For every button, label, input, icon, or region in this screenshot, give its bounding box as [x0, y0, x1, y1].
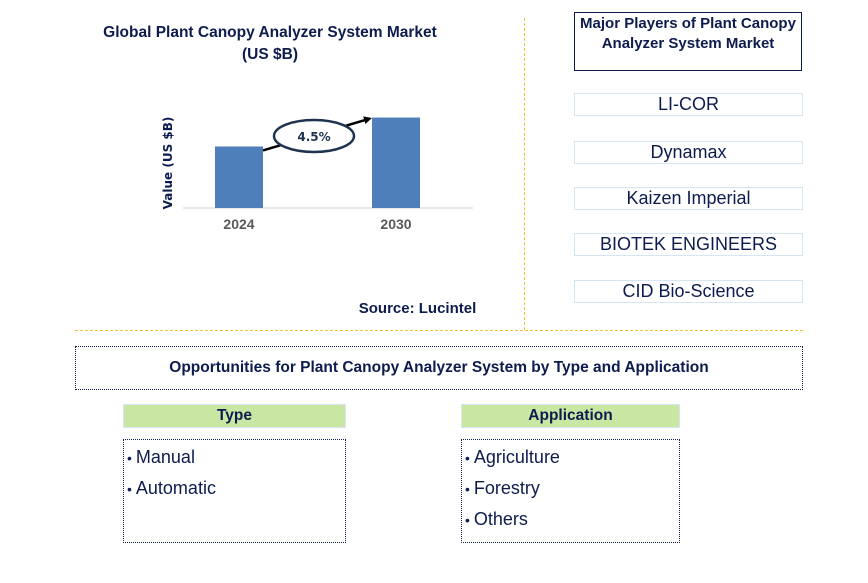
major-players-title: Major Players of Plant Canopy Analyzer S…	[574, 12, 802, 71]
y-axis-label: Value (US $B)	[161, 117, 175, 210]
bar-2030	[372, 117, 420, 208]
segment-list-type: • Manual • Automatic	[123, 439, 346, 543]
player-item: BIOTEK ENGINEERS	[574, 233, 803, 256]
bullet-icon: •	[465, 481, 470, 497]
x-tick-label: 2030	[380, 216, 411, 232]
opportunities-title: Opportunities for Plant Canopy Analyzer …	[75, 346, 803, 390]
segment-item: • Automatic	[124, 473, 345, 504]
segment-item: • Forestry	[462, 473, 679, 504]
vertical-divider	[524, 18, 525, 330]
segment-item-label: Forestry	[473, 478, 540, 498]
segment-header-application: Application	[461, 404, 680, 428]
segment-list-application: • Agriculture • Forestry • Others	[461, 439, 680, 543]
chart-title-main: Global Plant Canopy Analyzer System Mark…	[103, 24, 437, 41]
bullet-icon: •	[127, 481, 132, 497]
player-item: CID Bio-Science	[574, 280, 803, 303]
segment-application: Application • Agriculture • Forestry • Others	[461, 404, 680, 543]
segment-item-label: Manual	[135, 447, 195, 467]
bar-2024	[215, 146, 263, 208]
segment-header-type: Type	[123, 404, 346, 428]
horizontal-divider	[75, 330, 803, 331]
segment-item: • Others	[462, 504, 679, 535]
bullet-icon: •	[465, 512, 470, 528]
segment-type: Type • Manual • Automatic	[123, 404, 346, 543]
segment-item: • Manual	[124, 442, 345, 473]
segment-item-label: Others	[473, 509, 528, 529]
bullet-icon: •	[465, 450, 470, 466]
segment-item: • Agriculture	[462, 442, 679, 473]
x-tick-label: 2024	[223, 216, 254, 232]
chart-title-unit: (US $B)	[242, 46, 298, 63]
bullet-icon: •	[127, 450, 132, 466]
segment-item-label: Agriculture	[473, 447, 560, 467]
player-item: Kaizen Imperial	[574, 187, 803, 210]
source-note: Source: Lucintel	[358, 300, 477, 317]
bar-chart: 2024 2030 4.5% Value (US $B)	[161, 116, 473, 232]
player-item: LI-COR	[574, 93, 803, 116]
chart-title: Global Plant Canopy Analyzer System Mark…	[70, 22, 470, 66]
player-item: Dynamax	[574, 141, 803, 164]
cagr-label: 4.5%	[297, 130, 330, 144]
segment-item-label: Automatic	[135, 478, 216, 498]
